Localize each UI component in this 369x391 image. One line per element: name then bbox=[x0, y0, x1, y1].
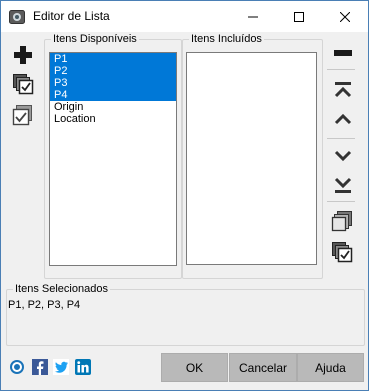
available-list-item[interactable]: P3 bbox=[50, 77, 176, 89]
checklist-icon bbox=[12, 105, 32, 126]
move-to-bottom-button[interactable] bbox=[331, 173, 355, 197]
toolbar-divider bbox=[327, 69, 355, 70]
available-items-label: Itens Disponíveis bbox=[51, 33, 139, 45]
toolbar-divider bbox=[327, 138, 355, 139]
window-title: Editor de Lista bbox=[33, 9, 110, 23]
available-list-item[interactable]: P2 bbox=[50, 65, 176, 77]
available-list-item[interactable]: Origin bbox=[50, 101, 176, 113]
dialog-body: Itens Disponíveis P1 P2 P3 P4 Origin Location… bbox=[1, 32, 368, 390]
available-list-item[interactable]: P1 bbox=[50, 53, 176, 65]
add-item-button[interactable] bbox=[11, 43, 35, 67]
selected-items-group bbox=[6, 289, 365, 346]
close-icon bbox=[340, 11, 350, 22]
move-bottom-icon bbox=[334, 177, 352, 193]
twitter-icon[interactable] bbox=[53, 359, 69, 375]
title-bar[interactable]: Editor de Lista bbox=[1, 1, 368, 32]
chevron-up-icon bbox=[334, 113, 352, 125]
close-button[interactable] bbox=[322, 1, 368, 32]
app-logo-icon[interactable] bbox=[9, 359, 25, 375]
check-items-button[interactable] bbox=[11, 103, 35, 127]
toolbar-divider bbox=[327, 201, 355, 202]
included-items-list[interactable] bbox=[186, 52, 317, 265]
ok-button[interactable]: OK bbox=[161, 353, 228, 382]
plus-icon bbox=[14, 46, 32, 64]
move-to-top-button[interactable] bbox=[331, 78, 355, 102]
linkedin-icon[interactable] bbox=[75, 359, 91, 375]
stacked-squares-icon bbox=[331, 211, 352, 232]
select-all-button[interactable] bbox=[11, 72, 35, 96]
move-up-button[interactable] bbox=[331, 107, 355, 131]
chevron-down-icon bbox=[334, 150, 352, 162]
minus-icon bbox=[334, 50, 352, 56]
app-icon bbox=[9, 10, 25, 24]
check-included-button[interactable] bbox=[330, 240, 354, 264]
move-down-button[interactable] bbox=[331, 144, 355, 168]
available-items-list[interactable]: P1 P2 P3 P4 Origin Location bbox=[49, 52, 177, 266]
list-editor-window: Editor de Lista Itens Disponíveis P1 P2 … bbox=[0, 0, 369, 391]
minimize-button[interactable] bbox=[230, 1, 276, 32]
maximize-button[interactable] bbox=[276, 1, 322, 32]
maximize-icon bbox=[294, 11, 304, 22]
available-list-item[interactable]: Location bbox=[50, 113, 176, 125]
multi-checkbox-icon bbox=[332, 242, 353, 263]
help-button[interactable]: Ajuda bbox=[297, 353, 364, 382]
facebook-icon[interactable] bbox=[32, 359, 48, 375]
minimize-icon bbox=[248, 16, 258, 17]
cancel-button[interactable]: Cancelar bbox=[229, 353, 297, 382]
included-items-label: Itens Incluídos bbox=[189, 33, 264, 45]
available-list-item[interactable]: P4 bbox=[50, 89, 176, 101]
remove-item-button[interactable] bbox=[331, 41, 355, 65]
stack-items-button[interactable] bbox=[330, 209, 354, 233]
move-top-icon bbox=[334, 82, 352, 98]
selected-items-value: P1, P2, P3, P4 bbox=[8, 299, 81, 311]
multi-checkbox-icon bbox=[13, 74, 34, 95]
selected-items-label: Itens Selecionados bbox=[13, 283, 110, 295]
